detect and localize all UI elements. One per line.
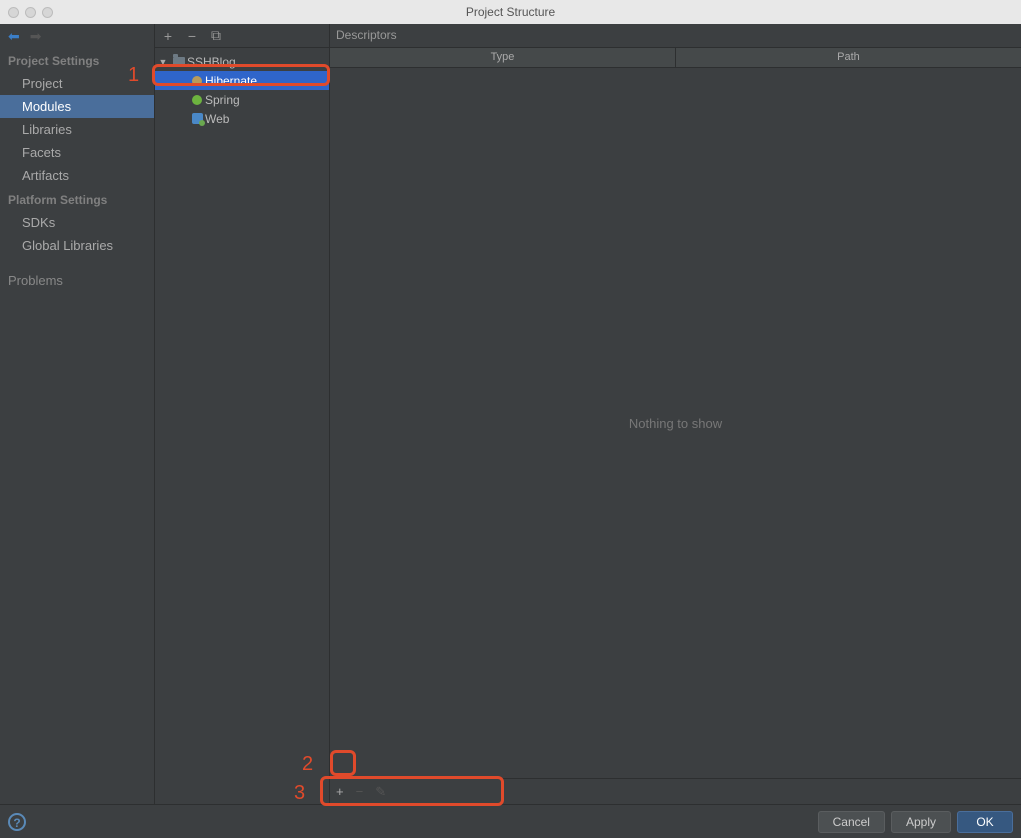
nav-item-global-libraries[interactable]: Global Libraries	[0, 234, 154, 257]
apply-button[interactable]: Apply	[891, 811, 951, 833]
tree-node-hibernate[interactable]: Hibernate	[155, 71, 329, 90]
nav-item-project[interactable]: Project	[0, 72, 154, 95]
nav-item-libraries[interactable]: Libraries	[0, 118, 154, 141]
tree-toolbar: + − ⧉	[155, 24, 329, 48]
remove-descriptor-icon[interactable]: −	[356, 784, 364, 799]
col-path[interactable]: Path	[676, 48, 1021, 67]
descriptors-toolbar: + − ✎ 1 hibernate.cfg.xml	[330, 778, 1021, 804]
dialog-footer: ? Cancel Apply OK	[0, 804, 1021, 838]
col-type[interactable]: Type	[330, 48, 676, 67]
minimize-icon[interactable]	[25, 7, 36, 18]
add-descriptor-icon[interactable]: +	[336, 784, 344, 799]
nav-item-sdks[interactable]: SDKs	[0, 211, 154, 234]
window-controls[interactable]	[0, 7, 53, 18]
hibernate-icon	[192, 76, 202, 86]
descriptors-label: Descriptors	[330, 24, 1021, 48]
facet-editor: Descriptors Type Path Nothing to show + …	[330, 24, 1021, 804]
remove-icon[interactable]: −	[185, 28, 199, 44]
module-tree-panel: + − ⧉ ▼ SSHBlog Hibernate Spring	[155, 24, 330, 804]
back-icon[interactable]: ⬅	[8, 28, 20, 45]
titlebar: Project Structure	[0, 0, 1021, 24]
edit-descriptor-icon[interactable]: ✎	[375, 784, 386, 800]
nav-section-platform: Platform Settings	[0, 187, 154, 211]
empty-message: Nothing to show	[330, 68, 1021, 778]
expand-icon[interactable]: ▼	[155, 57, 171, 67]
descriptors-header: Type Path	[330, 48, 1021, 68]
tree-label: Web	[205, 112, 229, 126]
nav-item-artifacts[interactable]: Artifacts	[0, 164, 154, 187]
settings-nav: ⬅ ➡ Project Settings Project Modules Lib…	[0, 24, 155, 804]
tree-node-root[interactable]: ▼ SSHBlog	[155, 52, 329, 71]
tree-label: SSHBlog	[187, 55, 236, 69]
spring-icon	[192, 95, 202, 105]
web-icon	[192, 113, 203, 124]
nav-item-problems[interactable]: Problems	[0, 269, 154, 292]
tree-label: Hibernate	[205, 74, 257, 88]
help-icon[interactable]: ?	[8, 813, 26, 831]
ok-button[interactable]: OK	[957, 811, 1013, 833]
nav-item-modules[interactable]: Modules	[0, 95, 154, 118]
cancel-button[interactable]: Cancel	[818, 811, 885, 833]
add-icon[interactable]: +	[161, 28, 175, 44]
window-title: Project Structure	[0, 5, 1021, 19]
folder-icon	[173, 57, 185, 67]
module-tree[interactable]: ▼ SSHBlog Hibernate Spring Web	[155, 48, 329, 128]
zoom-icon[interactable]	[42, 7, 53, 18]
tree-node-spring[interactable]: Spring	[155, 90, 329, 109]
copy-icon[interactable]: ⧉	[209, 27, 223, 44]
nav-item-facets[interactable]: Facets	[0, 141, 154, 164]
tree-node-web[interactable]: Web	[155, 109, 329, 128]
tree-label: Spring	[205, 93, 240, 107]
nav-section-project: Project Settings	[0, 48, 154, 72]
close-icon[interactable]	[8, 7, 19, 18]
forward-icon[interactable]: ➡	[30, 28, 42, 45]
